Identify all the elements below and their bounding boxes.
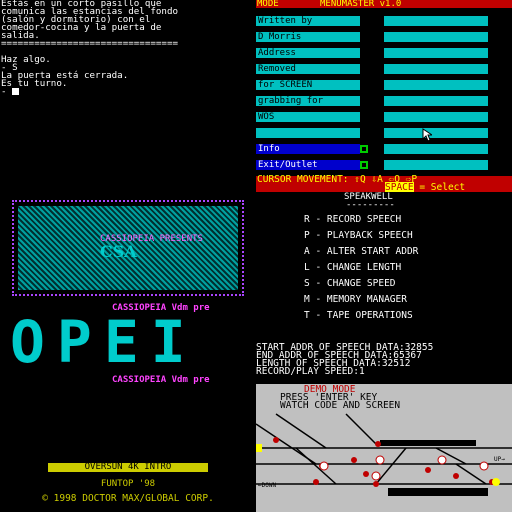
menu-row-label: for SCREEN <box>256 80 360 90</box>
title-underline: --------- <box>346 200 395 210</box>
menu-row[interactable] <box>256 128 512 142</box>
menu-option-tape-operations[interactable]: T - TAPE OPERATIONS <box>304 310 413 321</box>
intro-demo-panel: CASSIOPEIA PRESENTS CSA CASSIOPEIA Vdm p… <box>0 192 256 512</box>
railway-demo-map: DEMO MODE PRESS 'ENTER' KEY WATCH CODE A… <box>256 384 512 512</box>
watch-code-label: WATCH CODE AND SCREEN <box>280 400 401 411</box>
menu-row[interactable]: for SCREEN <box>256 80 512 90</box>
menu-row-value <box>384 48 488 58</box>
cursor-help-bar: CURSOR MOVEMENT: ⇧Q ⇩A ⇦O ⇨P SPACE = Sel… <box>256 175 512 192</box>
menu-row-value <box>384 144 488 154</box>
platform <box>380 440 476 446</box>
menumaster-panel: MODE MENUMASTER v1.0 Written by D Morris… <box>256 0 512 192</box>
adventure-line: Haz algo. <box>1 54 51 65</box>
menu-row-label: grabbing for <box>256 96 360 106</box>
menu-row[interactable]: D Morris <box>256 32 512 42</box>
up-direction-label: UP→ <box>494 456 505 463</box>
big-letter: I <box>150 308 192 376</box>
prompt-text: - <box>1 86 13 97</box>
menu-row[interactable]: Written by <box>256 16 512 26</box>
train-marker <box>492 478 500 486</box>
menu-row[interactable]: Address <box>256 48 512 58</box>
menu-option-playback[interactable]: P - PLAYBACK SPEECH <box>304 230 413 241</box>
exit-option[interactable]: Exit/Outlet <box>256 160 360 170</box>
menu-row-label: Address <box>256 48 360 58</box>
group-logo: CSA <box>100 242 137 261</box>
scroller-text: CASSIOPEIA Vdm pre <box>112 375 210 385</box>
mode-label: MODE <box>257 0 279 9</box>
platform <box>388 488 488 496</box>
down-direction-label: ←DOWN <box>258 482 277 489</box>
menu-row-label: Removed <box>256 64 360 74</box>
menu-row-value <box>384 16 488 26</box>
menu-row-label: Written by <box>256 16 360 26</box>
copyright-text: © 1998 DOCTOR MAX/GLOBAL CORP. <box>42 493 214 504</box>
exit-toggle-icon[interactable] <box>360 161 368 169</box>
big-letter: E <box>103 308 145 376</box>
menu-row-value <box>384 112 488 122</box>
big-letter: P <box>56 308 98 376</box>
menu-row-info[interactable]: Info <box>256 144 512 154</box>
adventure-separator: ================================ <box>1 38 179 49</box>
menu-option-memory-manager[interactable]: M - MEMORY MANAGER <box>304 294 407 305</box>
menu-row[interactable]: grabbing for <box>256 96 512 106</box>
menu-row-value <box>384 96 488 106</box>
menu-option-change-speed[interactable]: S - CHANGE SPEED <box>304 278 396 289</box>
menumaster-title: MENUMASTER v1.0 <box>320 0 402 9</box>
menu-option-record[interactable]: R - RECORD SPEECH <box>304 214 401 225</box>
menu-row-value <box>384 160 488 170</box>
funtop-text: FUNTOP '98 <box>100 479 156 489</box>
intro-title-bar: OVERSUN 4K INTRO <box>48 463 208 472</box>
menumaster-header: MODE MENUMASTER v1.0 <box>256 0 512 9</box>
menu-row-label: WOS <box>256 112 360 122</box>
text-cursor <box>12 88 20 95</box>
adventure-panel: Estás en un corto pasillo que comunica l… <box>0 0 256 192</box>
big-letter: O <box>10 308 51 376</box>
menu-row-value <box>384 32 488 42</box>
info-option[interactable]: Info <box>256 144 360 154</box>
menu-row[interactable]: WOS <box>256 112 512 122</box>
big-letters: O P E I <box>0 308 256 376</box>
menu-option-alter-start[interactable]: A - ALTER START ADDR <box>304 246 418 257</box>
speed-readout: RECORD/PLAY SPEED:1 <box>256 366 365 377</box>
info-toggle-icon[interactable] <box>360 145 368 153</box>
menu-row-value <box>384 128 488 138</box>
menu-row-value <box>384 64 488 74</box>
menu-row-label: D Morris <box>256 32 360 42</box>
adventure-line: Es tu turno. <box>1 78 68 89</box>
menu-row[interactable]: Removed <box>256 64 512 74</box>
menu-option-change-length[interactable]: L - CHANGE LENGTH <box>304 262 401 273</box>
mouse-pointer-icon <box>422 128 432 142</box>
space-key-label: SPACE <box>385 182 414 192</box>
select-label: = Select <box>419 182 466 192</box>
command-prompt[interactable]: - <box>1 86 255 97</box>
speakwell-panel: SPEAKWELL --------- R - RECORD SPEECH P … <box>256 192 512 512</box>
menu-row-label <box>256 128 360 138</box>
menu-row-value <box>384 80 488 90</box>
train <box>256 444 262 452</box>
menu-row-exit[interactable]: Exit/Outlet <box>256 160 512 170</box>
